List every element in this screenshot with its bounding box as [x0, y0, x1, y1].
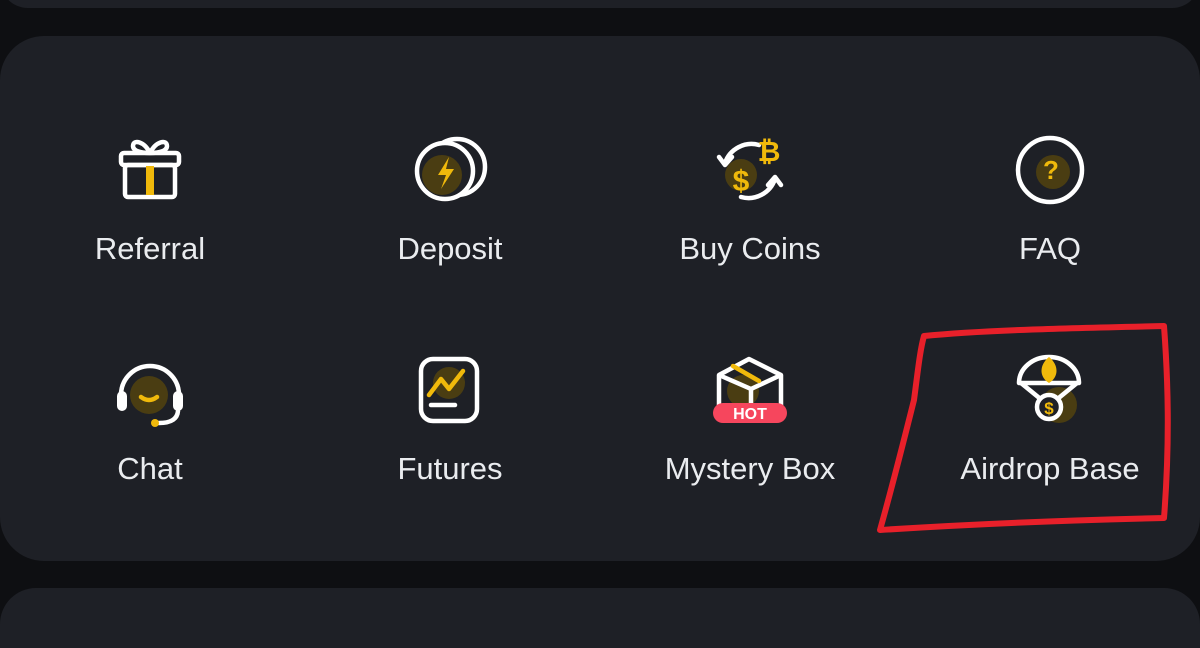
currency-exchange-icon: $ ₿	[711, 131, 789, 209]
headset-icon	[111, 351, 189, 429]
menu-item-chat[interactable]: Chat	[0, 351, 300, 551]
coins-lightning-icon	[411, 131, 489, 209]
menu-item-label: Mystery Box	[664, 451, 836, 486]
menu-item-label: Chat	[117, 451, 183, 486]
menu-item-buy-coins[interactable]: $ ₿ Buy Coins	[600, 131, 900, 331]
next-card	[0, 588, 1200, 648]
question-circle-icon: ?	[1011, 131, 1089, 209]
menu-item-label: Deposit	[397, 231, 503, 266]
hot-badge-text: HOT	[733, 406, 767, 423]
menu-item-referral[interactable]: Referral	[0, 131, 300, 331]
menu-item-label: FAQ	[1018, 231, 1081, 266]
menu-item-label: Buy Coins	[679, 231, 821, 266]
gift-icon	[111, 131, 189, 209]
quick-menu-card: Referral Deposit $ ₿ Buy Coins ? FAQ Cha…	[0, 36, 1200, 561]
futures-chart-icon	[411, 351, 489, 429]
svg-text:$: $	[1044, 399, 1054, 418]
menu-item-label: Futures	[397, 451, 503, 486]
menu-item-label: Referral	[94, 231, 206, 266]
menu-item-airdrop-base[interactable]: $ Airdrop Base	[900, 351, 1200, 551]
previous-card	[0, 0, 1200, 8]
menu-item-faq[interactable]: ? FAQ	[900, 131, 1200, 331]
svg-text:₿: ₿	[758, 136, 781, 167]
menu-item-mystery-box[interactable]: HOT Mystery Box	[600, 351, 900, 551]
svg-text:?: ?	[1043, 155, 1059, 185]
svg-text:$: $	[733, 165, 750, 198]
parachute-icon: $	[1011, 351, 1089, 429]
mystery-box-icon: HOT	[711, 351, 789, 429]
menu-item-label: Airdrop Base	[960, 451, 1140, 486]
menu-item-futures[interactable]: Futures	[300, 351, 600, 551]
menu-item-deposit[interactable]: Deposit	[300, 131, 600, 331]
